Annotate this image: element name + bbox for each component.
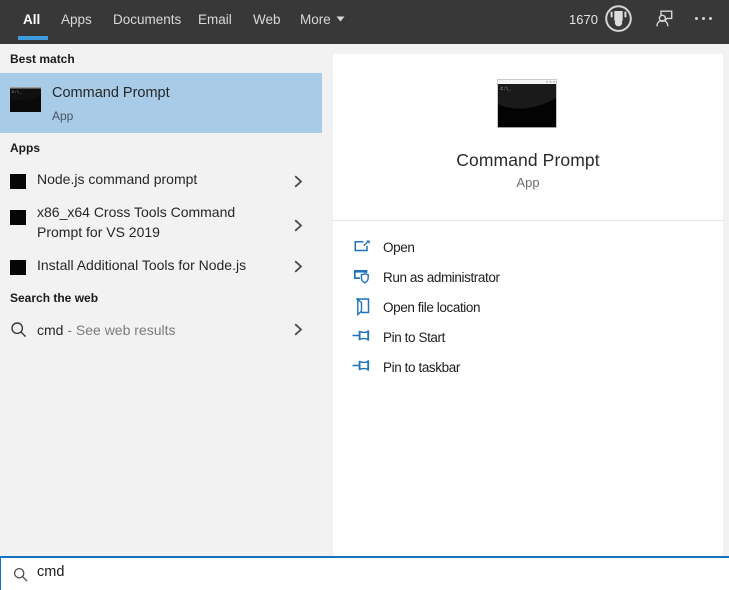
svg-text:C:\_: C:\_ — [12, 90, 22, 95]
svg-text:C:\_: C:\_ — [501, 87, 512, 92]
